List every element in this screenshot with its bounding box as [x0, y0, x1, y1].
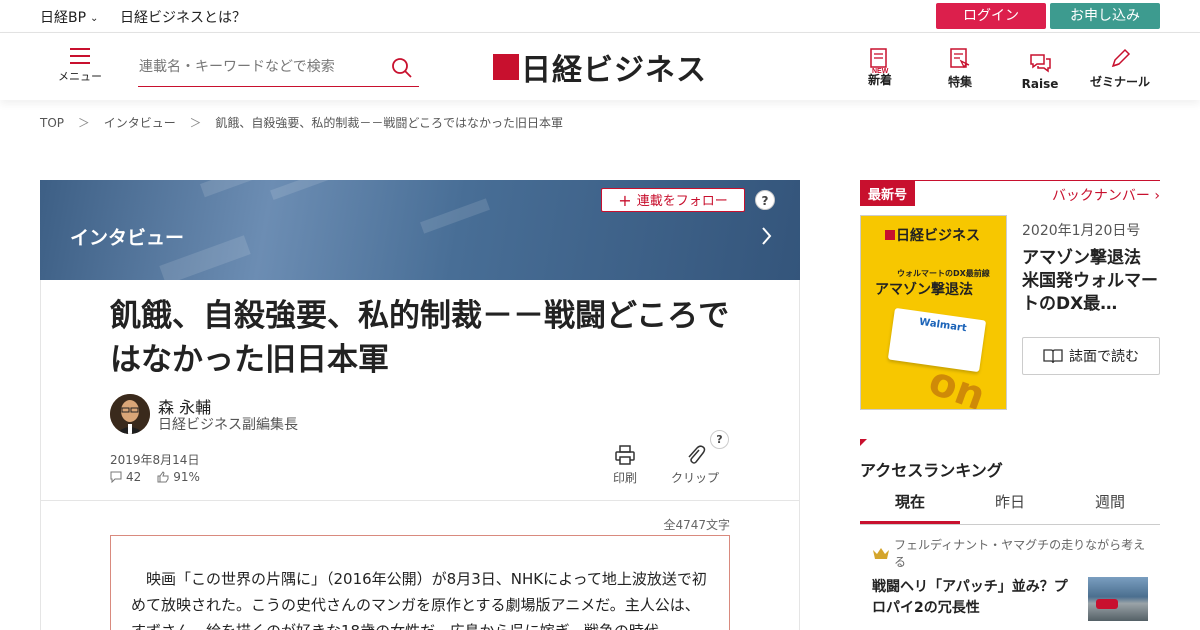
clip-label: クリップ: [670, 471, 719, 485]
search-input[interactable]: [138, 53, 378, 81]
crown-icon: [872, 545, 890, 564]
ranking-tabs: 現在 昨日 週間: [860, 483, 1160, 525]
breadcrumb-interview[interactable]: インタビュー: [104, 116, 176, 130]
issue-date: 2020年1月20日号: [1022, 223, 1141, 239]
latest-issue-header: 最新号 バックナンバー ›: [860, 180, 1160, 206]
thumbs-up-icon: [157, 471, 169, 483]
site-logo[interactable]: 日経ビジネス: [493, 47, 707, 88]
backnumber-link[interactable]: バックナンバー ›: [1052, 185, 1160, 205]
breadcrumb-separator: ＞: [189, 116, 202, 130]
series-title: インタビュー: [70, 227, 185, 249]
menu-label: メニュー: [58, 70, 102, 83]
magazine-cover[interactable]: 日経ビジネス ウォルマートのDX最前線 アマゾン撃退法 Walmart on: [860, 215, 1007, 410]
comment-count-value: 42: [126, 470, 142, 484]
author-title: 日経ビジネス副編集長: [158, 417, 298, 433]
author-avatar: [110, 394, 150, 434]
nav-seminar[interactable]: ゼミナール: [1090, 48, 1150, 90]
logo-text: 日経ビジネス: [521, 53, 707, 88]
seminar-icon: [1111, 48, 1131, 68]
article-divider: [40, 500, 800, 501]
article-paragraph: 映画「この世界の片隅に」（2016年公開）が8月3日、NHKによって地上波放送で…: [131, 570, 707, 630]
nav-feature[interactable]: 特集: [930, 48, 990, 90]
read-issue-label: 誌面で読む: [1069, 349, 1139, 365]
logo-mark: [493, 54, 519, 80]
ranking-tab-weekly[interactable]: 週間: [1060, 483, 1160, 524]
print-label: 印刷: [612, 471, 637, 485]
follow-label: 連載をフォロー: [636, 194, 728, 209]
issue-title[interactable]: アマゾン撃退法 米国発ウォルマートのDX最…: [1022, 247, 1162, 316]
read-issue-button[interactable]: 誌面で読む: [1022, 337, 1160, 375]
ranking-item-title: 戦闘ヘリ「アパッチ」並み？プロパイ2の冗長性: [872, 579, 1068, 616]
publish-date: 2019年8月14日: [110, 453, 200, 467]
follow-series-button[interactable]: + 連載をフォロー: [601, 188, 745, 212]
follow-help-icon[interactable]: ?: [755, 190, 775, 210]
feature-icon: [950, 48, 970, 69]
nav-feature-label: 特集: [947, 75, 972, 89]
like-rate[interactable]: 91%: [157, 470, 200, 484]
magazine-subheading: ウォルマートのDX最前線: [897, 269, 990, 278]
paperclip-icon: [688, 445, 706, 464]
hamburger-icon: [70, 48, 90, 64]
comment-icon: [110, 471, 122, 483]
article-headline: 飢餓、自殺強要、私的制裁－－戦闘どころではなかった旧日本軍: [110, 298, 730, 378]
character-count: 全4747文字: [663, 518, 730, 532]
ranking-tab-yesterday[interactable]: 昨日: [960, 483, 1060, 524]
comment-count[interactable]: 42: [110, 470, 141, 484]
like-rate-value: 91%: [173, 470, 200, 484]
about-link[interactable]: 日経ビジネスとは？: [120, 7, 246, 27]
breadcrumb: TOP ＞ インタビュー ＞ 飢餓、自殺強要、私的制裁－－戦闘どころではなかった…: [40, 114, 573, 131]
group-menu-label: 日経BP: [40, 10, 87, 26]
login-button[interactable]: ログイン: [936, 3, 1046, 29]
site-header: メニュー 日経ビジネス NEW 新着 特集 Raise ゼミナール: [0, 33, 1200, 100]
ranking-tab-now[interactable]: 現在: [860, 483, 960, 524]
clip-help-icon[interactable]: ?: [710, 430, 729, 449]
menu-button[interactable]: メニュー: [58, 48, 102, 88]
breadcrumb-top[interactable]: TOP: [40, 116, 64, 130]
search-icon[interactable]: [391, 57, 413, 83]
print-button[interactable]: 印刷: [608, 444, 642, 486]
magazine-logo-text: 日経ビジネス: [896, 228, 980, 244]
magazine-logo: 日経ビジネス: [885, 225, 980, 245]
article-stats: 42 91%: [110, 470, 200, 484]
ranking-corner-mark: [860, 439, 867, 446]
breadcrumb-current: 飢餓、自殺強要、私的制裁－－戦闘どころではなかった旧日本軍: [215, 116, 564, 130]
clip-button[interactable]: クリップ: [668, 444, 722, 486]
chevron-down-icon: ⌄: [90, 13, 99, 24]
raise-icon: [1030, 54, 1051, 73]
nav-new[interactable]: NEW 新着: [850, 48, 910, 88]
search-box: [138, 53, 419, 87]
nav-raise[interactable]: Raise: [1010, 48, 1070, 91]
nav-seminar-label: ゼミナール: [1090, 75, 1151, 89]
article-body: 映画「この世界の片隅に」（2016年公開）が8月3日、NHKによって地上波放送で…: [110, 535, 730, 630]
top-utility-bar: 日経BP ⌄ 日経ビジネスとは？ ログイン お申し込み: [0, 0, 1200, 33]
plus-icon: +: [618, 191, 632, 210]
latest-issue-tag: 最新号: [860, 181, 916, 206]
nav-raise-label: Raise: [1021, 77, 1059, 91]
printer-icon: [615, 445, 635, 465]
chevron-right-icon: ›: [1154, 188, 1160, 204]
ranking-title: アクセスランキング: [860, 461, 1003, 480]
chevron-right-icon: [762, 227, 772, 249]
group-menu[interactable]: 日経BP ⌄: [40, 7, 98, 27]
ranking-item-series: フェルディナント・ヤマグチの走りながら考える: [894, 538, 1146, 569]
ranking-item-thumbnail: [1088, 577, 1148, 621]
nav-new-label: 新着: [867, 73, 892, 87]
breadcrumb-separator: ＞: [77, 116, 90, 130]
backnumber-label: バックナンバー: [1051, 188, 1150, 204]
apply-button[interactable]: お申し込み: [1050, 3, 1160, 29]
open-book-icon: [1043, 349, 1063, 364]
magazine-cover-headline: アマゾン撃退法: [875, 282, 973, 298]
